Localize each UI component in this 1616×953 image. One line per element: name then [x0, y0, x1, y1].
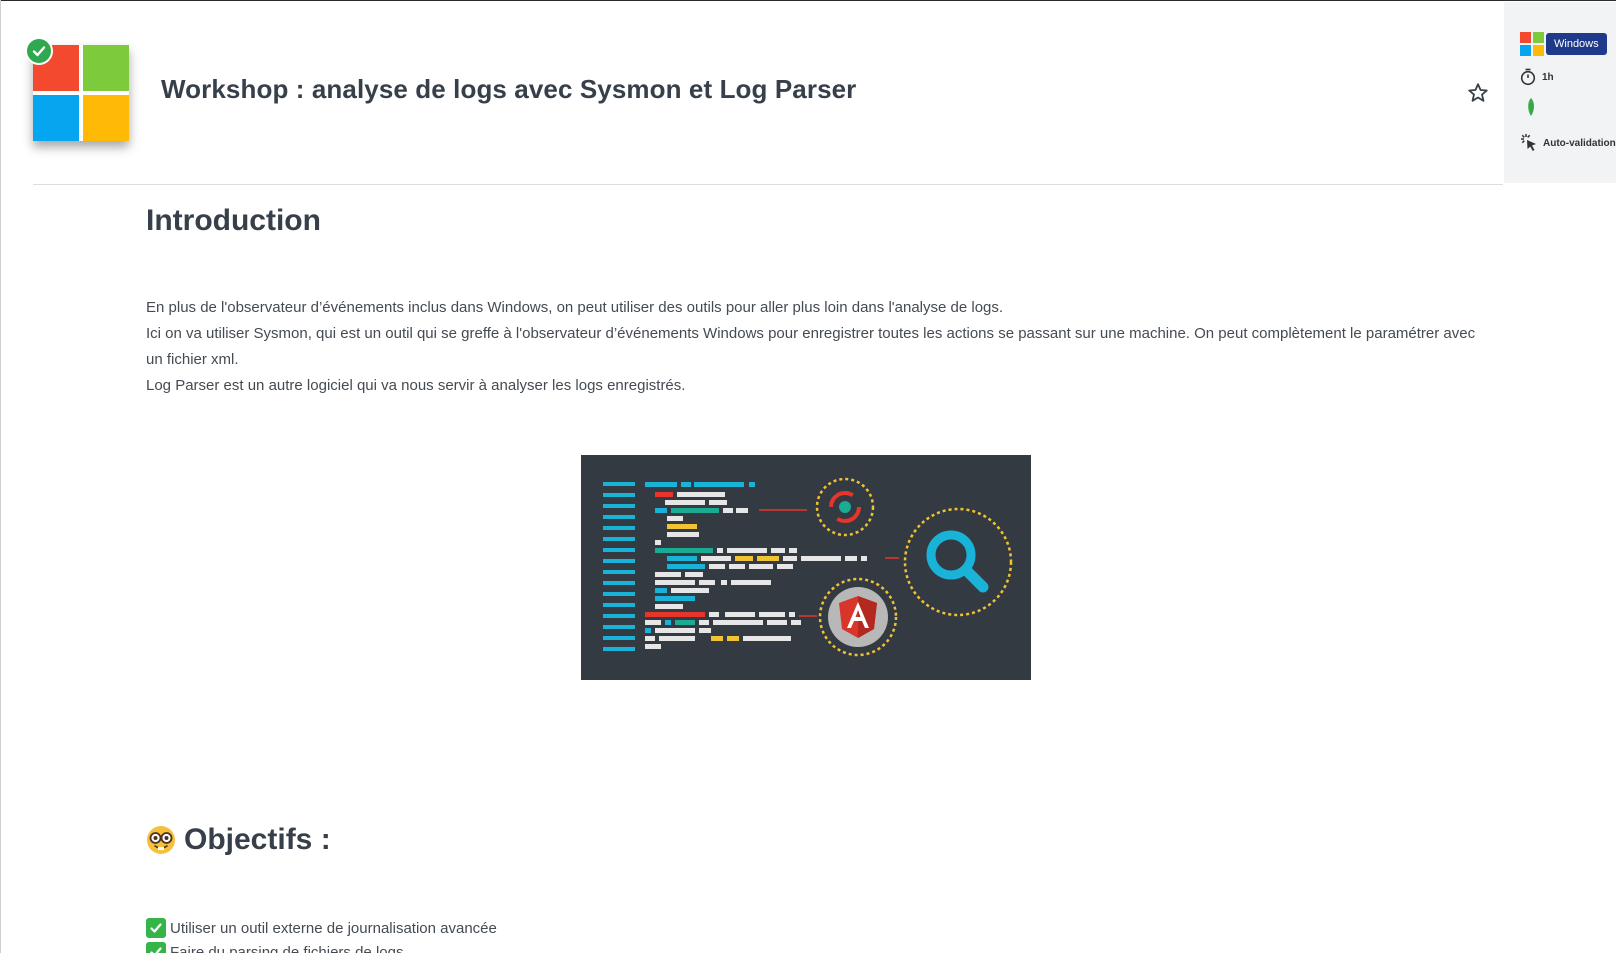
logo-blue-square: [33, 95, 79, 141]
check-mark-button-icon: [146, 942, 166, 953]
os-tag: Windows: [1520, 32, 1607, 56]
list-item: Utiliser un outil externe de journalisat…: [146, 916, 497, 940]
intro-paragraph: En plus de l'observateur d’événements in…: [146, 299, 1004, 316]
logo-yellow-square: [83, 95, 129, 141]
intro-paragraph: Ici on va utiliser Sysmon, qui est un ou…: [146, 325, 1476, 368]
log-analysis-illustration: [581, 455, 1031, 680]
favorite-star-button[interactable]: [1466, 81, 1490, 105]
list-item: Faire du parsing de fichiers de logs: [146, 940, 497, 953]
leaf-icon: [1526, 97, 1536, 122]
star-outline-icon: [1468, 83, 1488, 102]
nerd-face-emoji-icon: [147, 826, 175, 854]
window-left-border: [0, 0, 1, 953]
logo-green-square: [83, 45, 129, 91]
check-mark-button-icon: [146, 918, 166, 938]
windows-icon: [1520, 32, 1544, 56]
cursor-click-icon: [1521, 134, 1536, 151]
duration-value: 1h: [1542, 71, 1554, 83]
duration-info: 1h: [1520, 68, 1554, 86]
objectives-heading: Objectifs :: [146, 823, 331, 857]
objectives-list: Utiliser un outil externe de journalisat…: [146, 916, 497, 953]
stopwatch-icon: [1520, 68, 1536, 86]
check-circle-icon: [25, 37, 53, 65]
validation-info: Auto-validation: [1520, 133, 1616, 153]
window-top-border: [0, 0, 1616, 1]
os-badge: Windows: [1546, 33, 1607, 55]
intro-paragraph: Log Parser est un autre logiciel qui va …: [146, 377, 686, 394]
introduction-heading: Introduction: [146, 204, 321, 237]
objectives-heading-text: Objectifs :: [184, 823, 331, 856]
header-divider: [33, 184, 1503, 185]
objective-text: Faire du parsing de fichiers de logs: [170, 943, 404, 953]
validation-label: Auto-validation: [1543, 137, 1616, 149]
page-title: Workshop : analyse de logs avec Sysmon e…: [161, 74, 857, 104]
introduction-text: En plus de l'observateur d’événements in…: [146, 295, 1486, 399]
workshop-info-panel: Windows 1h Auto-validation: [1504, 2, 1616, 183]
objective-text: Utiliser un outil externe de journalisat…: [170, 919, 497, 937]
